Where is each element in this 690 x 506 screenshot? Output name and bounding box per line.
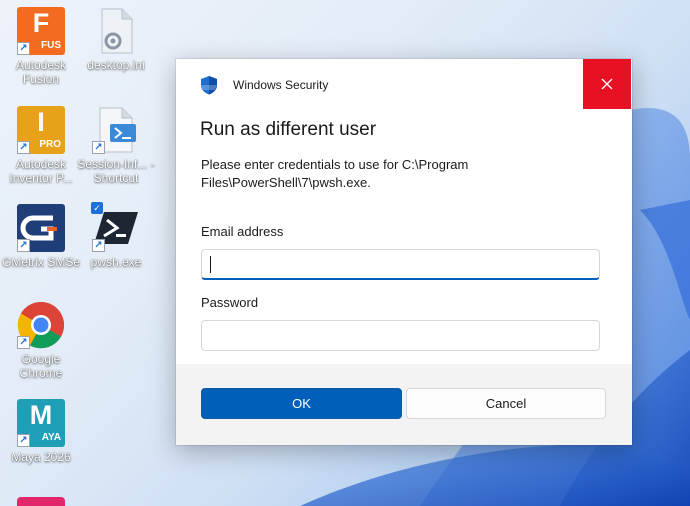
shortcut-arrow-icon: ↗ [17,42,30,55]
ok-button[interactable]: OK [201,388,402,419]
icon-label: Autodesk Inventor P... [9,157,73,185]
shortcut-arrow-icon: ↗ [17,434,30,447]
desktop-icon-autodesk-inventor[interactable]: I PRO ↗ Autodesk Inventor P... [0,106,82,185]
dialog-titlebar[interactable]: Windows Security [176,59,632,109]
desktop: F FUS ↗ Autodesk Fusion desktop.ini I PR… [0,0,690,506]
desktop-icon-partial[interactable] [17,497,65,506]
dialog-heading: Run as different user [200,119,377,140]
shortcut-arrow-icon: ↗ [17,141,30,154]
shortcut-arrow-icon: ↗ [17,239,30,252]
desktop-icon-google-chrome[interactable]: ↗ Google Chrome [0,301,82,380]
password-label: Password [201,295,259,310]
close-icon [601,78,613,90]
shield-icon [201,76,217,95]
text-caret [210,256,211,273]
dialog-footer: OK Cancel [176,364,632,445]
password-field[interactable] [201,320,600,351]
icon-label: desktop.ini [87,58,145,72]
desktop-icon-pwsh[interactable]: ↗ ✓ pwsh.exe [75,202,157,269]
shortcut-arrow-icon: ↗ [17,336,30,349]
shortcut-arrow-icon: ↗ [92,141,105,154]
icon-label: Google Chrome [19,352,63,380]
dialog-description: Please enter credentials to use for C:\P… [201,157,469,190]
desktop-icon-gmetrix[interactable]: ↗ GMetrix SMSe [0,204,82,269]
shortcut-arrow-icon: ↗ [92,239,105,252]
desktop-icon-desktop-ini[interactable]: desktop.ini [75,7,157,72]
icon-label: pwsh.exe [90,255,142,269]
icon-label: GMetrix SMSe [2,255,81,269]
windows-security-dialog: Windows Security Run as different user P… [176,59,632,445]
dialog-app-title: Windows Security [233,78,329,92]
icon-label: Autodesk Fusion [15,58,67,86]
desktop-icon-autodesk-fusion[interactable]: F FUS ↗ Autodesk Fusion [0,7,82,86]
icon-label: Session-Inf... - Shortcut [77,157,155,185]
cancel-button[interactable]: Cancel [406,388,606,419]
close-button[interactable] [583,59,631,109]
desktop-icon-session-info-shortcut[interactable]: ↗ Session-Inf... - Shortcut [75,106,157,185]
icon-label: Maya 2026 [11,450,71,464]
desktop-icon-maya-2026[interactable]: M AYA ↗ Maya 2026 [0,399,82,464]
email-field[interactable] [201,249,600,280]
settings-file-icon [101,8,133,54]
email-label: Email address [201,224,284,239]
selected-checkbox-icon[interactable]: ✓ [91,202,103,214]
